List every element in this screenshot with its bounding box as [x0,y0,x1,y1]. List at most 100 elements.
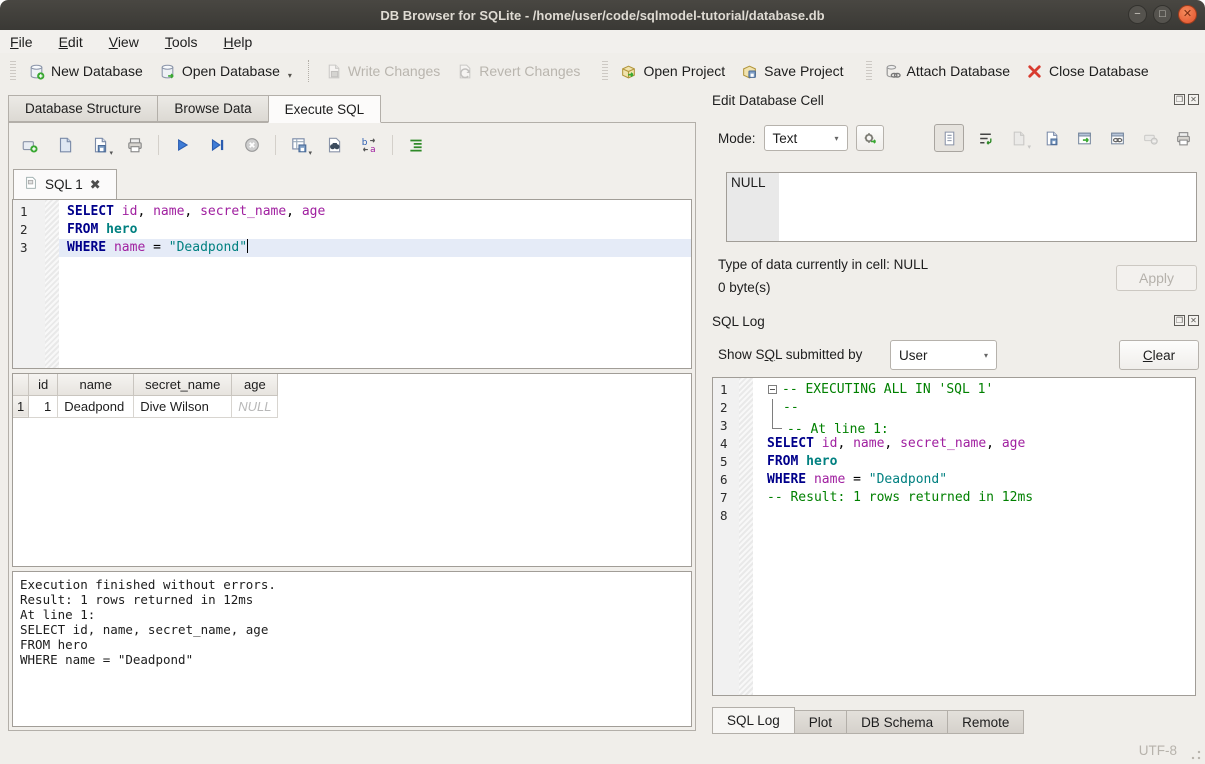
print-icon[interactable] [122,133,148,157]
close-tab-icon[interactable]: ✖ [90,177,101,193]
log-filter-row: Show SQL submitted by User ▾ Clear [718,340,1198,371]
edit-cell-title: Edit Database Cell [712,93,824,108]
code-line [753,507,1195,525]
line-number: 3 [713,417,753,435]
close-panel-icon[interactable]: ✕ [1188,315,1199,326]
cell-type-info: Type of data currently in cell: NULL [718,257,928,272]
cell-secret-name[interactable]: Dive Wilson [134,395,232,417]
resize-grip-icon[interactable] [1191,750,1201,760]
copy-link-icon[interactable] [1105,126,1129,150]
format-icon[interactable] [403,133,429,157]
line-number: 3 [13,239,59,257]
tab-db-schema[interactable]: DB Schema [847,710,948,734]
fold-marker-icon[interactable] [767,399,783,417]
column-header-age[interactable]: age [232,374,278,395]
cell-content-editor[interactable]: NULL [726,172,1197,242]
execute-line-button[interactable] [204,133,230,157]
titlebar[interactable]: DB Browser for SQLite - /home/user/code/… [0,0,1205,30]
float-panel-icon[interactable]: ❐ [1174,94,1185,105]
attach-database-button[interactable]: Attach Database [876,59,1019,84]
open-database-label: Open Database [182,63,280,79]
results-header-row: id name secret_name age [13,374,278,395]
sql-log-view[interactable]: 12345678 -- EXECUTING ALL IN 'SQL 1'----… [712,377,1196,696]
find-icon[interactable] [321,133,347,157]
open-database-button[interactable]: Open Database ▾ [151,59,300,84]
svg-text:b: b [362,138,368,148]
cell-name[interactable]: Deadpond [58,395,134,417]
execute-all-button[interactable] [169,133,195,157]
window-title: DB Browser for SQLite - /home/user/code/… [380,8,824,23]
tab-sql-log[interactable]: SQL Log [712,707,795,734]
tab-execute-sql[interactable]: Execute SQL [268,95,382,123]
tab-plot[interactable]: Plot [795,710,847,734]
close-button[interactable]: ✕ [1178,5,1197,24]
close-panel-icon[interactable]: ✕ [1188,94,1199,105]
word-wrap-icon[interactable] [973,126,997,150]
cell-age[interactable]: NULL [232,395,278,417]
fold-marker-icon[interactable] [772,417,782,429]
column-header-secret-name[interactable]: secret_name [134,374,232,395]
float-panel-icon[interactable]: ❐ [1174,315,1185,326]
open-sql-file-button[interactable] [52,133,78,157]
save-project-button[interactable]: Save Project [733,59,851,84]
new-sql-tab-button[interactable] [17,133,43,157]
execution-message: Execution finished without errors. Resul… [12,571,692,727]
new-database-button[interactable]: New Database [20,59,151,84]
cell-content-value: NULL [731,175,766,190]
menu-view[interactable]: View [109,34,139,50]
cell-id[interactable]: 1 [29,395,58,417]
print-cell-icon[interactable] [1171,126,1195,150]
menubar: File Edit View Tools Help [0,30,1205,53]
code-line: -- EXECUTING ALL IN 'SQL 1' [753,381,1195,399]
save-project-icon [741,63,758,80]
save-sql-file-button[interactable]: ▾ [87,133,113,157]
chevron-down-icon[interactable]: ▾ [288,71,292,80]
toolbar-drag-handle[interactable] [866,61,872,81]
stop-button[interactable] [239,133,265,157]
fold-marker-icon[interactable] [768,385,777,394]
results-grid[interactable]: id name secret_name age 1 1 Deadpond Div… [12,373,692,567]
corner-header[interactable] [13,374,29,395]
text-mode-button[interactable] [934,124,964,152]
minimize-button[interactable]: − [1128,5,1147,24]
code-line: WHERE name = "Deadpond" [59,239,691,257]
open-project-button[interactable]: Open Project [612,59,733,84]
main-toolbar: New Database Open Database ▾ Write Chang… [0,53,1205,89]
import-cell-data-icon[interactable]: ▾ [1006,126,1030,150]
statusbar: UTF-8 [0,735,1205,764]
set-null-icon[interactable] [1138,126,1162,150]
clear-log-button[interactable]: Clear [1119,340,1199,370]
menu-help[interactable]: Help [224,34,253,50]
close-database-button[interactable]: Close Database [1018,59,1157,84]
maximize-button[interactable]: □ [1153,5,1172,24]
open-external-icon[interactable] [1072,126,1096,150]
toolbar-drag-handle[interactable] [602,61,608,81]
tab-browse-data[interactable]: Browse Data [157,95,267,122]
tab-remote[interactable]: Remote [948,710,1024,734]
replace-icon[interactable]: ba [356,133,382,157]
editor-code[interactable]: SELECT id, name, secret_name, ageFROM he… [59,200,691,368]
tab-database-structure[interactable]: Database Structure [8,95,157,122]
log-filter-select[interactable]: User ▾ [890,340,997,370]
sql-editor[interactable]: 123 SELECT id, name, secret_name, ageFRO… [12,199,692,369]
revert-changes-icon [456,63,473,80]
export-cell-data-icon[interactable] [1039,126,1063,150]
mode-select[interactable]: Text ▾ [764,125,848,151]
write-changes-button[interactable]: Write Changes [317,59,448,84]
sql-file-tab[interactable]: SQL 1 ✖ [13,169,117,199]
menu-tools[interactable]: Tools [165,34,198,50]
log-line-numbers: 12345678 [713,378,753,695]
log-code[interactable]: -- EXECUTING ALL IN 'SQL 1'---- At line … [753,378,1195,695]
column-header-id[interactable]: id [29,374,58,395]
apply-button[interactable]: Apply [1116,265,1197,291]
code-line: FROM hero [753,453,1195,471]
row-number[interactable]: 1 [13,395,29,417]
menu-file[interactable]: File [10,34,33,50]
encoding-indicator[interactable]: UTF-8 [1139,743,1177,758]
column-header-name[interactable]: name [58,374,134,395]
toolbar-drag-handle[interactable] [10,61,16,81]
menu-edit[interactable]: Edit [59,34,83,50]
save-results-button[interactable]: ▾ [286,133,312,157]
revert-changes-button[interactable]: Revert Changes [448,59,588,84]
auto-switch-mode-button[interactable] [856,125,884,151]
